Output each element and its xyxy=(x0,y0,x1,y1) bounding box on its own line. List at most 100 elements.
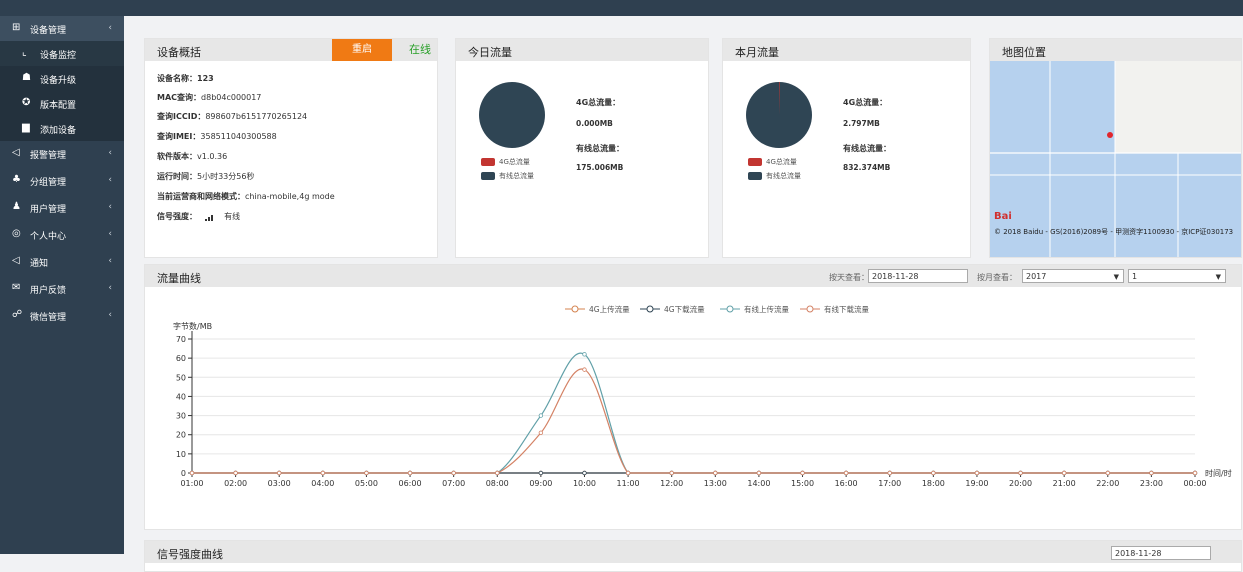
data-point xyxy=(233,470,238,476)
sidebar: ⊞ 设备管理 ‹ ⌞ 设备监控 ☗ 设备升级 ✪ 版本配置 ▆ 添加设备 ◁ 报… xyxy=(0,16,124,554)
legend-marker xyxy=(806,305,814,313)
sidebar-item-notifications[interactable]: ◁ 通知 ‹ xyxy=(0,249,124,274)
sidebar-item-label: 设备管理 xyxy=(30,26,67,36)
wechat-icon: ☍ xyxy=(12,309,23,320)
info-row: 当前运营商和网络模式：china-mobile,4g mode xyxy=(157,191,335,202)
legend-marker xyxy=(726,305,734,313)
data-point xyxy=(189,470,195,476)
month-select[interactable]: 1 ▼ xyxy=(1128,269,1226,283)
legend-swatch xyxy=(748,158,762,166)
chevron-left-icon: ‹ xyxy=(108,256,112,266)
sidebar-item-label: 设备监控 xyxy=(40,51,77,61)
panel-title: 设备概括 xyxy=(157,46,201,59)
info-key: 查询IMEI： xyxy=(157,132,201,141)
year-select-value: 2017 xyxy=(1026,272,1047,281)
x-tick-label: 23:00 xyxy=(1140,479,1163,488)
info-value: 有线 xyxy=(224,212,241,221)
sidebar-item-label: 版本配置 xyxy=(40,101,77,111)
data-point xyxy=(451,470,456,476)
sidebar-item-alarm-management[interactable]: ◁ 报警管理 ‹ xyxy=(0,141,124,166)
data-point xyxy=(843,470,849,476)
x-tick-label: 19:00 xyxy=(965,479,988,488)
data-point xyxy=(582,367,587,372)
sidebar-item-user-management[interactable]: ♟ 用户管理 ‹ xyxy=(0,195,124,220)
chevron-left-icon: ‹ xyxy=(108,310,112,320)
legend-label: 4G总流量 xyxy=(499,158,530,166)
month-select-value: 1 xyxy=(1132,272,1138,281)
info-row: 软件版本：v1.0.36 xyxy=(157,151,227,162)
wired-total-label: 有线总流量： xyxy=(576,144,624,153)
sidebar-item-personal-center[interactable]: ◎ 个人中心 ‹ xyxy=(0,222,124,247)
panel-header: 本月流量 xyxy=(723,39,970,61)
legend-swatch xyxy=(481,158,495,166)
sidebar-item-version-config[interactable]: ✪ 版本配置 xyxy=(0,91,124,116)
sidebar-item-add-device[interactable]: ▆ 添加设备 xyxy=(0,116,124,141)
top-bar xyxy=(0,0,1243,16)
status-badge: 在线 xyxy=(409,43,431,56)
series-line xyxy=(192,352,1195,474)
legend-label: 有线总流量 xyxy=(766,172,801,180)
4g-total-label: 4G总流量： xyxy=(576,98,621,107)
data-point xyxy=(800,470,805,476)
sidebar-item-label: 添加设备 xyxy=(40,126,77,136)
signal-curve-panel: 信号强度曲线 2018-11-28 xyxy=(144,540,1242,572)
sidebar-item-group-management[interactable]: ♣ 分组管理 ‹ xyxy=(0,168,124,193)
data-point xyxy=(625,470,631,476)
sidebar-item-label: 用户管理 xyxy=(30,205,67,215)
sidebar-item-label: 微信管理 xyxy=(30,313,67,323)
map-pin-icon[interactable] xyxy=(1107,132,1113,138)
sidebar-item-device-management[interactable]: ⊞ 设备管理 ‹ xyxy=(0,16,124,41)
info-value: 358511040300588 xyxy=(200,132,277,141)
data-point xyxy=(538,430,544,435)
x-tick-label: 16:00 xyxy=(835,479,858,488)
year-select[interactable]: 2017 ▼ xyxy=(1022,269,1124,283)
panel-title: 本月流量 xyxy=(735,46,779,59)
x-tick-label: 00:00 xyxy=(1183,479,1206,488)
legend-item-4g: 4G总流量 xyxy=(481,157,530,167)
sidebar-item-device-monitor[interactable]: ⌞ 设备监控 xyxy=(0,41,124,66)
pie-slice-wired xyxy=(479,82,545,148)
info-value: 898607b6151770265124 xyxy=(205,112,308,121)
main-content: 设备概括 重启 在线 设备名称：123 MAC查询：d8b04c000017 查… xyxy=(124,16,1243,572)
day-view-label: 按天查看： xyxy=(829,273,869,282)
data-point xyxy=(1149,470,1154,476)
chevron-left-icon: ‹ xyxy=(108,202,112,212)
wired-total-value: 175.006MB xyxy=(576,163,624,172)
month-view-label: 按月查看： xyxy=(977,273,1017,282)
person-circle-icon: ◎ xyxy=(12,228,21,239)
speaker-icon: ◁ xyxy=(12,255,20,266)
restart-button[interactable]: 重启 xyxy=(332,39,392,61)
x-tick-label: 14:00 xyxy=(747,479,770,488)
data-point xyxy=(277,470,282,476)
panel-header: 今日流量 xyxy=(456,39,708,61)
traffic-line-chart: 4G上传流量 4G下载流量 有线上传流量 有线下载流量字节数/MB 0 10 20 30 40 5… xyxy=(173,304,1232,488)
x-tick-label: 22:00 xyxy=(1096,479,1119,488)
group-icon: ♣ xyxy=(12,174,21,185)
panel-header: 信号强度曲线 2018-11-28 xyxy=(145,541,1241,563)
x-axis-label: 时间/时 xyxy=(1205,468,1232,478)
sidebar-item-user-feedback[interactable]: ✉ 用户反馈 ‹ xyxy=(0,276,124,301)
info-value: china-mobile,4g mode xyxy=(245,192,335,201)
legend-swatch xyxy=(748,172,762,180)
x-tick-label: 12:00 xyxy=(660,479,683,488)
day-date-input[interactable]: 2018-11-28 xyxy=(868,269,968,283)
panel-header: 流量曲线 按天查看： 2018-11-28 按月查看： 2017 ▼ 1 ▼ xyxy=(145,265,1241,287)
caret-down-icon: ▼ xyxy=(1215,273,1221,281)
map-panel: 地图位置 Bai © 2018 Baidu - GS(2016)2089号 - … xyxy=(989,38,1242,258)
chevron-left-icon: ‹ xyxy=(108,175,112,185)
series-line xyxy=(192,368,1195,474)
user-icon: ♟ xyxy=(12,201,21,212)
wired-total-label: 有线总流量： xyxy=(843,144,891,153)
sidebar-item-device-upgrade[interactable]: ☗ 设备升级 xyxy=(0,66,124,91)
x-tick-label: 05:00 xyxy=(355,479,378,488)
data-point xyxy=(1105,470,1110,476)
info-key: 查询ICCID： xyxy=(157,112,206,121)
sidebar-item-wechat-management[interactable]: ☍ 微信管理 ‹ xyxy=(0,303,124,328)
data-point xyxy=(974,470,980,476)
data-point xyxy=(887,470,892,476)
x-tick-label: 01:00 xyxy=(180,479,203,488)
info-row: 运行时间：5小时33分56秒 xyxy=(157,171,254,182)
info-row: MAC查询：d8b04c000017 xyxy=(157,92,261,103)
info-value: 123 xyxy=(197,74,214,83)
signal-date-input[interactable]: 2018-11-28 xyxy=(1111,546,1211,560)
